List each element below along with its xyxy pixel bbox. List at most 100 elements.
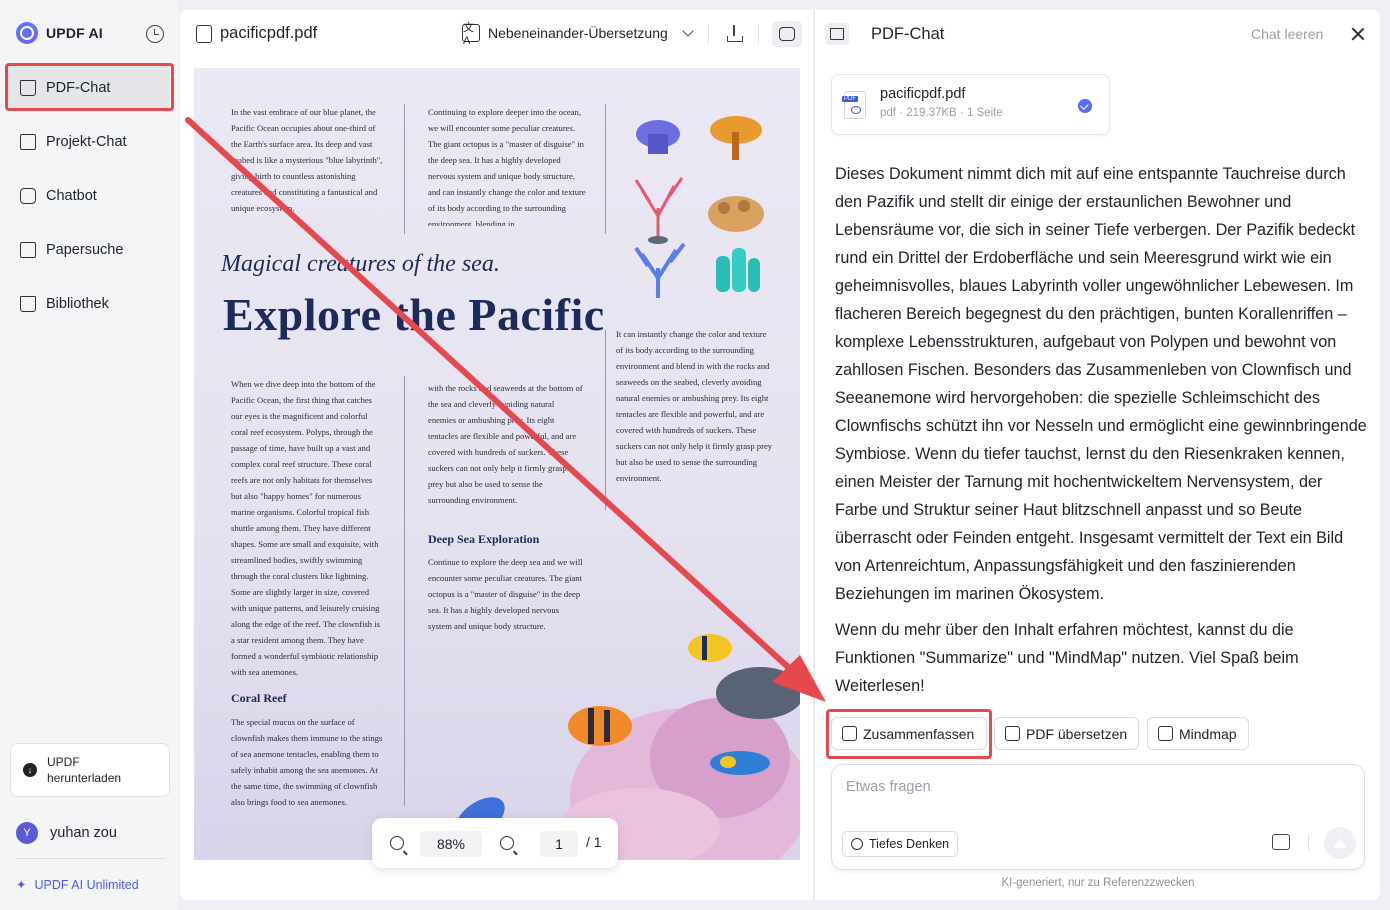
fish-icon <box>716 667 800 719</box>
sidebar-item-label: Bibliothek <box>46 296 109 312</box>
sea-anemone-icon <box>636 120 680 154</box>
upgrade-label: UPDF AI Unlimited <box>34 877 139 892</box>
column-rule <box>404 376 405 806</box>
download-icon: ↓ <box>23 763 37 777</box>
attached-file-name: pacificpdf.pdf <box>880 86 966 102</box>
doc-col2-top: Continuing to explore deeper into the oc… <box>428 107 586 226</box>
file-name: pacificpdf.pdf <box>220 24 318 42</box>
doc-col1-main: When we dive deep into the bottom of the… <box>231 379 380 677</box>
doc-subtitle: Magical creatures of the sea. <box>221 251 500 277</box>
toolbar-separator <box>758 24 759 44</box>
download-line2: herunterladen <box>47 771 122 785</box>
chat-title: PDF-Chat <box>871 25 945 43</box>
translate-icon <box>1005 726 1020 741</box>
deep-think-toggle[interactable]: Tiefes Denken <box>842 831 959 857</box>
sidebar-item-label: PDF-Chat <box>46 80 111 96</box>
deep-think-icon <box>851 838 863 850</box>
check-icon <box>1078 99 1092 113</box>
blue-coral-icon <box>634 242 686 298</box>
doc-col3-mid: It can instantly change the color and te… <box>616 329 773 483</box>
doc-col2-main: with the rocks and seaweeds at the botto… <box>428 383 583 505</box>
deep-think-label: Tiefes Denken <box>869 837 950 851</box>
zoom-toolbar: 88% 1 / 1 <box>372 818 618 868</box>
sidebar-item-papersuche[interactable]: Papersuche <box>8 228 170 272</box>
download-updf-button[interactable]: ↓ UPDF herunterladen <box>10 743 170 797</box>
column-rule <box>404 104 405 234</box>
sidebar-divider <box>16 858 166 859</box>
sidebar-item-chatbot[interactable]: Chatbot <box>8 174 170 218</box>
pdf-page[interactable]: In the vast embrace of our blue planet, … <box>194 68 800 860</box>
fish-icon <box>688 634 732 662</box>
zoom-in-icon[interactable] <box>500 836 514 850</box>
sidebar-item-bibliothek[interactable]: Bibliothek <box>8 282 170 326</box>
sea-life-illustration <box>455 634 800 860</box>
column-rule <box>605 330 606 510</box>
pdf-file-icon <box>842 91 866 119</box>
page-total: / 1 <box>586 834 602 850</box>
viewer-toolbar: pacificpdf.pdf 文A Nebeneinander-Übersetz… <box>180 10 813 58</box>
doc-col1-top: In the vast embrace of our blue planet, … <box>231 107 383 213</box>
fish-icon <box>568 706 632 746</box>
attached-file-meta: pdf · 219.37KB · 1 Seite <box>880 107 1003 119</box>
branch-coral-icon <box>634 177 684 244</box>
bot-icon <box>779 27 795 41</box>
sidebar-item-label: Chatbot <box>46 188 97 204</box>
translate-icon: 文A <box>462 22 480 47</box>
folder-plus-icon <box>20 134 36 150</box>
attached-file-card[interactable]: pacificpdf.pdf pdf · 219.37KB · 1 Seite <box>831 74 1110 135</box>
doc-heading-deep-sea: Deep Sea Exploration <box>428 532 540 546</box>
zoom-out-icon[interactable] <box>390 836 404 850</box>
history-icon[interactable] <box>146 25 164 43</box>
chevron-down-icon <box>682 25 694 37</box>
page-number-input[interactable]: 1 <box>540 831 578 857</box>
download-text: UPDF herunterladen <box>47 754 121 786</box>
disclaimer: KI-generiert, nur zu Referenzzwecken <box>1001 877 1195 889</box>
user-profile[interactable]: Y yuhan zou <box>16 822 117 844</box>
upgrade-link[interactable]: ✦ UPDF AI Unlimited <box>16 877 139 893</box>
chat-input-box: Tiefes Denken <box>831 764 1365 870</box>
sidebar: UPDF AI PDF-Chat Projekt-Chat Chatbot Pa… <box>0 0 178 910</box>
toggle-reader-icon[interactable] <box>825 23 849 45</box>
fish-icon <box>710 751 770 775</box>
summarize-label: Zusammenfassen <box>863 725 975 742</box>
sidebar-item-pdf-chat[interactable]: PDF-Chat <box>8 66 170 110</box>
sidebar-item-projekt-chat[interactable]: Projekt-Chat <box>8 120 170 164</box>
toolbar-separator <box>708 24 709 44</box>
tube-coral-icon <box>716 248 760 292</box>
sidebar-item-label: Projekt-Chat <box>46 134 127 150</box>
clear-chat-button[interactable]: Chat leeren <box>1251 26 1323 42</box>
orange-coral-icon <box>710 116 762 160</box>
mindmap-icon <box>1158 726 1173 741</box>
summarize-button[interactable]: Zusammenfassen <box>831 717 987 750</box>
user-name: yuhan zou <box>50 825 117 841</box>
translate-mode-dropdown[interactable]: 文A Nebeneinander-Übersetzung <box>462 22 694 47</box>
library-icon <box>20 296 36 312</box>
download-line1: UPDF <box>47 755 80 769</box>
column-rule <box>605 104 606 234</box>
ai-assistant-button[interactable] <box>772 21 802 47</box>
zoom-level[interactable]: 88% <box>420 831 482 857</box>
search-doc-icon <box>20 242 36 258</box>
translate-pdf-button[interactable]: PDF übersetzen <box>994 717 1139 750</box>
pdf-viewer: pacificpdf.pdf 文A Nebeneinander-Übersetz… <box>180 10 813 900</box>
ai-answer: Dieses Dokument nimmt dich mit auf eine … <box>835 160 1367 708</box>
brand[interactable]: UPDF AI <box>16 22 103 44</box>
brand-name: UPDF AI <box>46 25 103 41</box>
doc-col1-coral: The special mucus on the surface of clow… <box>231 717 383 807</box>
translate-pdf-label: PDF übersetzen <box>1026 725 1128 742</box>
image-upload-icon[interactable] <box>1272 834 1290 850</box>
answer-paragraph: Dieses Dokument nimmt dich mit auf eine … <box>835 165 1367 603</box>
chat-bot-icon <box>20 188 36 204</box>
download-icon[interactable] <box>725 24 743 42</box>
book-open-icon <box>20 80 36 96</box>
mindmap-button[interactable]: Mindmap <box>1147 717 1249 750</box>
updf-logo-icon <box>16 22 38 44</box>
pdf-file-icon <box>196 25 212 43</box>
close-icon[interactable] <box>1351 27 1365 41</box>
coral-illustrations <box>634 116 764 298</box>
doc-title: Explore the Pacific <box>223 289 605 340</box>
chat-panel: PDF-Chat Chat leeren pacificpdf.pdf pdf … <box>814 10 1380 900</box>
chat-input[interactable] <box>846 779 1346 807</box>
send-button[interactable] <box>1324 827 1356 859</box>
summary-icon <box>842 726 857 741</box>
